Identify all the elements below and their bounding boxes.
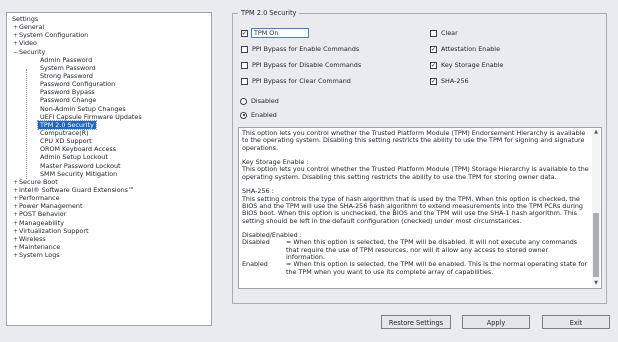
tree-item-label: Intel® Software Guard Extensions™: [19, 185, 135, 194]
tree-item[interactable]: +Wireless: [9, 235, 211, 243]
ppi-bypass-enable-checkbox[interactable]: PPI Bypass for Enable Commands: [241, 44, 359, 54]
tree-item-label: Wireless: [19, 234, 46, 243]
checkbox-icon: [241, 61, 248, 69]
settings-tree[interactable]: Settings +General +System Configuration +Vi…: [6, 12, 212, 326]
tree-item[interactable]: SMM Security Mitigation: [9, 170, 211, 178]
tree-item-label: SMM Security Mitigation: [40, 169, 118, 178]
ppi-bypass-clear-checkbox[interactable]: PPI Bypass for Clear Command: [241, 76, 351, 86]
help-paragraph: This setting controls the type of hash a…: [242, 194, 583, 225]
tree-item[interactable]: Settings: [9, 15, 211, 23]
tree-item-label: Performance: [19, 194, 60, 203]
scroll-up-arrow-icon[interactable]: ▲: [592, 129, 600, 136]
key-storage-enable-checkbox[interactable]: ✓ Key Storage Enable: [430, 60, 503, 70]
checkbox-icon: [430, 29, 437, 37]
tree-item-label: Security: [19, 47, 46, 56]
restore-settings-button[interactable]: Restore Settings: [381, 315, 451, 329]
disabled-radio[interactable]: Disabled: [240, 96, 279, 106]
scroll-down-arrow-icon[interactable]: ▼: [592, 280, 600, 287]
tree-item-label: Strong Password: [40, 71, 93, 80]
scrollbar-thumb[interactable]: [593, 213, 599, 277]
tree-item[interactable]: +System Configuration: [9, 31, 211, 39]
tree-item-label: UEFI Capsule Firmware Updates: [40, 112, 142, 121]
tree-item[interactable]: +Intel® Software Guard Extensions™: [9, 186, 211, 194]
tpm-on-checkbox[interactable]: ✓ TPM On: [241, 28, 310, 38]
tree-item-label: Secure Boot: [19, 177, 58, 186]
tree-item[interactable]: −Security: [9, 48, 211, 56]
tree-item-label: Video: [19, 39, 37, 48]
panel-title: TPM 2.0 Security: [238, 9, 300, 17]
tree-item[interactable]: Non-Admin Setup Changes: [9, 105, 211, 113]
tree-item[interactable]: Master Password Lockout: [9, 162, 211, 170]
tree-item[interactable]: Admin Password: [9, 56, 211, 64]
tree-item[interactable]: Admin Setup Lockout: [9, 153, 211, 161]
tree-item[interactable]: +Maintenance: [9, 243, 211, 251]
tree-item-label: POST Behavior: [19, 210, 67, 219]
tree-item[interactable]: System Password: [9, 64, 211, 72]
apply-button[interactable]: Apply: [462, 315, 530, 329]
ppi-bypass-disable-checkbox[interactable]: PPI Bypass for Disable Commands: [241, 60, 361, 70]
tree-item-label: Admin Setup Lockout: [40, 153, 108, 162]
tree-item[interactable]: +Performance: [9, 194, 211, 202]
tree-item[interactable]: Password Configuration: [9, 80, 211, 88]
tree-item-label: General: [19, 23, 45, 32]
tree-item[interactable]: OROM Keyboard Access: [9, 145, 211, 153]
tree-item[interactable]: +General: [9, 23, 211, 31]
tree-item-label: System Logs: [19, 251, 60, 260]
checkbox-icon: ✓: [430, 77, 437, 85]
help-option-enabled: Enabled = When this option is selected, …: [242, 260, 588, 276]
tree-item[interactable]: +Secure Boot: [9, 178, 211, 186]
tree-item[interactable]: +System Logs: [9, 251, 211, 259]
help-description-box[interactable]: This option lets you control whether the…: [238, 127, 602, 289]
tree-item[interactable]: +Virtualization Support: [9, 227, 211, 235]
tree-item-label: Admin Password: [40, 55, 93, 64]
tree-item-label: Virtualization Support: [19, 226, 89, 235]
clear-checkbox[interactable]: Clear: [430, 28, 458, 38]
tree-item-label: Computrace(R): [40, 128, 89, 137]
tree-item-label: System Password: [40, 63, 96, 72]
tree-item-label: CPU XD Support: [40, 137, 92, 146]
tree-item[interactable]: +Video: [9, 39, 211, 47]
exit-button[interactable]: Exit: [542, 315, 610, 329]
tree-item-label: Power Management: [19, 202, 83, 211]
tree-item[interactable]: Strong Password: [9, 72, 211, 80]
tree-item-label: System Configuration: [19, 31, 89, 40]
help-paragraph: This option lets you control whether the…: [242, 129, 586, 152]
checkbox-icon: [241, 77, 248, 85]
radio-icon: [240, 111, 247, 119]
tree-item-label: Password Configuration: [40, 80, 116, 89]
tree-item[interactable]: +POST Behavior: [9, 210, 211, 218]
tree-item-label: OROM Keyboard Access: [40, 145, 116, 154]
tree-item[interactable]: Computrace(R): [9, 129, 211, 137]
help-option-disabled: Disabled = When this option is selected,…: [242, 238, 578, 262]
tree-item[interactable]: TPM 2.0 Security: [9, 119, 211, 130]
enabled-radio[interactable]: Enabled: [240, 110, 277, 120]
radio-icon: [240, 97, 247, 105]
help-paragraph: This option lets you control whether the…: [242, 165, 589, 181]
tree-item-label: Password Bypass: [40, 88, 95, 97]
tree-item[interactable]: UEFI Capsule Firmware Updates: [9, 113, 211, 121]
checkbox-icon: [241, 45, 248, 53]
tree-item-label: Password Change: [40, 96, 97, 105]
sha256-checkbox[interactable]: ✓ SHA-256: [430, 76, 469, 86]
vertical-scrollbar[interactable]: ▲ ▼: [592, 129, 600, 287]
tree-item[interactable]: CPU XD Support: [9, 137, 211, 145]
tree-item-label: Master Password Lockout: [40, 161, 121, 170]
tree-item-label: Settings: [12, 15, 39, 23]
tree-item[interactable]: Password Change: [9, 96, 211, 104]
tree-item[interactable]: +Power Management: [9, 202, 211, 210]
tree-item-label: Manageability: [19, 218, 64, 227]
checkbox-icon: ✓: [241, 29, 248, 37]
tree-item-label: TPM 2.0 Security: [37, 119, 97, 130]
checkbox-icon: ✓: [430, 45, 437, 53]
tree-item-label: Maintenance: [19, 242, 61, 251]
attestation-enable-checkbox[interactable]: ✓ Attestation Enable: [430, 44, 500, 54]
tree-item-label: Non-Admin Setup Changes: [40, 104, 126, 113]
checkbox-icon: ✓: [430, 61, 437, 69]
tree-item[interactable]: Password Bypass: [9, 88, 211, 96]
tree-item[interactable]: +Manageability: [9, 219, 211, 227]
expand-icon[interactable]: +: [12, 252, 19, 260]
